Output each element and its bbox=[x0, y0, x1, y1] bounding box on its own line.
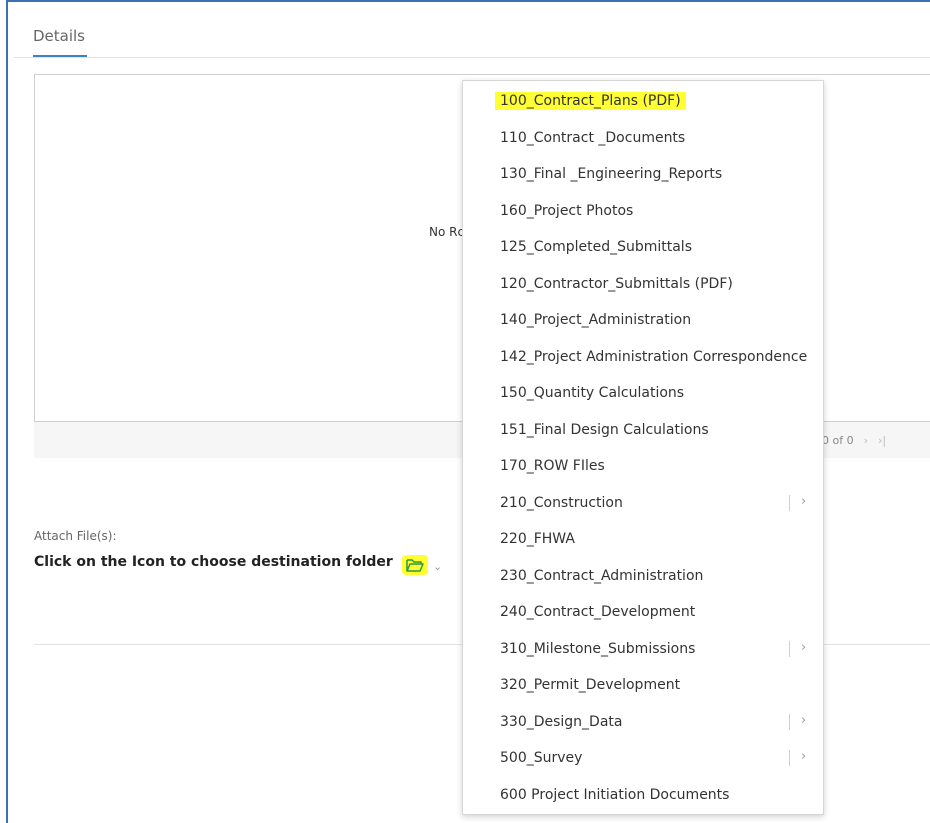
folder-menu-item-label: 100_Contract_Plans (PDF) bbox=[495, 92, 686, 110]
folder-menu-item-label: 240_Contract_Development bbox=[500, 604, 696, 620]
folder-menu-item[interactable]: 310_Milestone_Submissions › bbox=[463, 631, 823, 667]
folder-picker-button[interactable]: ⌄ bbox=[402, 553, 454, 577]
folder-menu-item-label: 150_Quantity Calculations bbox=[500, 385, 685, 401]
chevron-right-icon[interactable]: › bbox=[801, 494, 806, 509]
folder-menu-item-label: 230_Contract_Administration bbox=[500, 567, 704, 584]
attach-instruction: Click on the Icon to choose destination … bbox=[34, 554, 393, 570]
folder-menu-item-label: 310_Milestone_Submissions bbox=[500, 640, 696, 657]
folder-menu-item-label: 330_Design_Data bbox=[500, 713, 623, 730]
folder-menu-item[interactable]: 320_Permit_Development bbox=[463, 667, 823, 703]
folder-menu-item[interactable]: 130_Final _Engineering_Reports bbox=[463, 156, 823, 192]
grid-empty-message: No Rc bbox=[429, 225, 465, 239]
submenu-separator bbox=[789, 750, 790, 766]
folder-menu-item[interactable]: 140_Project_Administration bbox=[463, 302, 823, 338]
folder-menu-item[interactable]: 230_Contract_Administration bbox=[463, 558, 823, 594]
chevron-right-icon[interactable]: › bbox=[801, 713, 806, 728]
folder-menu-item[interactable]: 125_Completed_Submittals bbox=[463, 229, 823, 265]
attach-files-label: Attach File(s): bbox=[34, 529, 117, 543]
folder-menu-item[interactable]: 220_FHWA bbox=[463, 521, 823, 557]
chevron-right-icon[interactable]: › bbox=[801, 640, 806, 655]
folder-dropdown-menu: 100_Contract_Plans (PDF) 110_Contract _Do… bbox=[462, 80, 824, 815]
pager-count: 0 of 0 bbox=[822, 434, 854, 447]
folder-menu-item[interactable]: 150_Quantity Calculations bbox=[463, 375, 823, 411]
folder-menu-item[interactable]: 120_Contractor_Submittals (PDF) bbox=[463, 266, 823, 302]
folder-menu-item[interactable]: 170_ROW FIles bbox=[463, 448, 823, 484]
folder-menu-item-label: 140_Project_Administration bbox=[500, 312, 692, 328]
folder-menu-item[interactable]: 151_Final Design Calculations bbox=[463, 412, 823, 448]
grid-pager: 0 of 0 › ›| bbox=[822, 434, 886, 447]
folder-menu-item-label: 170_ROW FIles bbox=[500, 458, 605, 474]
folder-menu-item[interactable]: 600 Project Initiation Documents bbox=[463, 777, 823, 813]
tab-details[interactable]: Details bbox=[33, 27, 85, 45]
pager-last-button[interactable]: ›| bbox=[878, 434, 886, 447]
folder-menu-item[interactable]: 110_Contract _Documents bbox=[463, 120, 823, 156]
folder-menu-item-label: 600 Project Initiation Documents bbox=[500, 786, 730, 803]
folder-menu-item[interactable]: 142_Project Administration Correspondenc… bbox=[463, 339, 823, 375]
folder-menu-item[interactable]: 240_Contract_Development bbox=[463, 594, 823, 630]
chevron-right-icon[interactable]: › bbox=[801, 749, 806, 764]
folder-menu-item-label: 151_Final Design Calculations bbox=[500, 421, 709, 438]
folder-menu-item-label: 320_Permit_Development bbox=[500, 677, 681, 693]
folder-menu-item-label: 120_Contractor_Submittals (PDF) bbox=[500, 275, 733, 292]
submenu-separator bbox=[789, 713, 790, 730]
folder-menu-item-label: 500_Survey bbox=[500, 750, 583, 766]
folder-menu-item-label: 130_Final _Engineering_Reports bbox=[500, 166, 723, 182]
folder-menu-item[interactable]: 100_Contract_Plans (PDF) bbox=[463, 83, 823, 119]
folder-menu-item-label: 220_FHWA bbox=[500, 531, 575, 547]
folder-open-icon[interactable] bbox=[402, 555, 428, 575]
folder-menu-item-label: 125_Completed_Submittals bbox=[500, 239, 692, 255]
submenu-separator bbox=[789, 494, 790, 511]
tab-divider bbox=[14, 57, 930, 58]
folder-menu-item-label: 110_Contract _Documents bbox=[500, 129, 686, 146]
folder-menu-item-label: 142_Project Administration Correspondenc… bbox=[500, 348, 808, 365]
chevron-down-icon[interactable]: ⌄ bbox=[433, 560, 442, 573]
folder-menu-item[interactable]: 210_Construction › bbox=[463, 485, 823, 521]
pager-next-button[interactable]: › bbox=[864, 434, 868, 447]
folder-menu-item-label: 160_Project Photos bbox=[500, 202, 634, 219]
submenu-separator bbox=[789, 640, 790, 657]
folder-menu-item-label: 210_Construction bbox=[500, 494, 623, 511]
folder-menu-item[interactable]: 500_Survey › bbox=[463, 740, 823, 776]
folder-menu-item[interactable]: 330_Design_Data › bbox=[463, 704, 823, 740]
folder-menu-item[interactable]: 160_Project Photos bbox=[463, 193, 823, 229]
